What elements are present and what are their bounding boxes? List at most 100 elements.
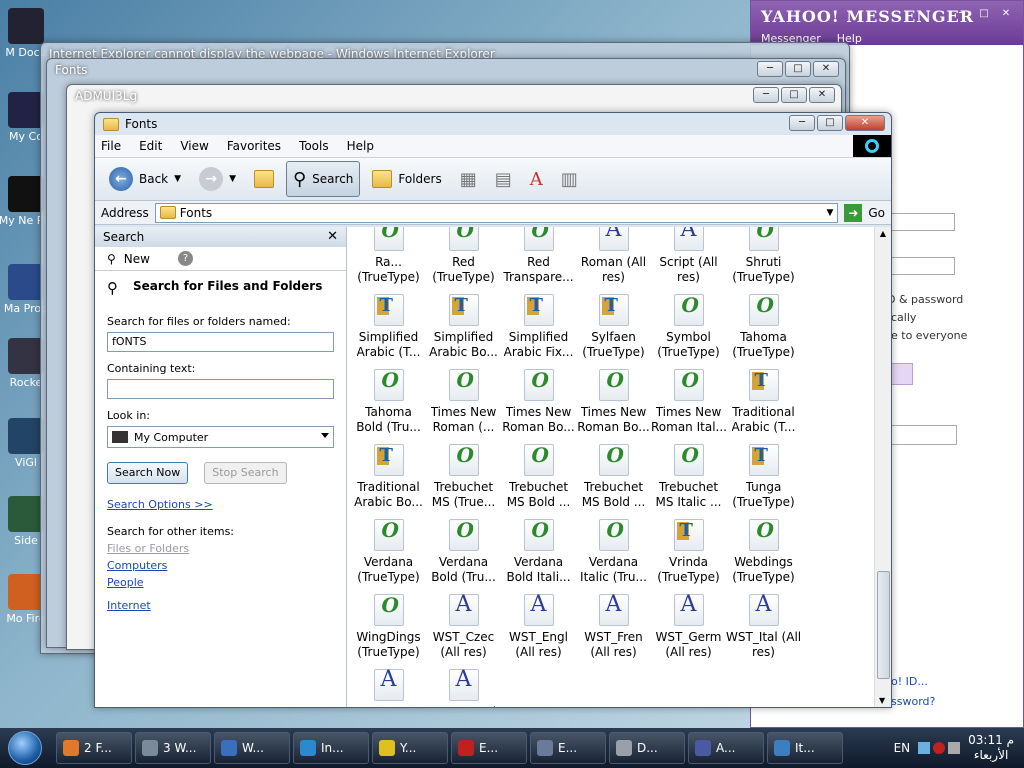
font-item[interactable]: O Trebuchet MS Bold ... [501,440,576,515]
menu-file[interactable]: File [101,139,121,153]
close-icon[interactable]: ✕ [845,115,885,131]
menu-favorites[interactable]: Favorites [227,139,281,153]
taskbar-button[interactable]: 2 F... [56,732,132,764]
font-item[interactable]: O Times New Roman Bo... [576,365,651,440]
yahoo-get-id-link[interactable]: o! ID... [891,675,928,688]
font-item[interactable]: O Times New Roman Ital... [651,365,726,440]
taskbar-button[interactable]: E... [451,732,527,764]
computers-link[interactable]: Computers [95,559,346,572]
help-icon[interactable]: ? [177,251,193,266]
files-or-folders-link[interactable]: Files or Folders [95,542,346,555]
taskbar-button[interactable]: 3 W... [135,732,211,764]
font-item[interactable]: T Sylfaen (TrueType) [576,290,651,365]
taskbar-button[interactable]: Y... [372,732,448,764]
font-item[interactable]: O Trebuchet MS Italic ... [651,440,726,515]
font-item[interactable]: O Red Transpare... [501,227,576,290]
font-item[interactable]: O Trebuchet MS (True... [426,440,501,515]
font-item[interactable]: O Ra... (TrueType) [351,227,426,290]
stop-search-button[interactable]: Stop Search [204,462,287,484]
font-item[interactable]: O Webdings (TrueType) [726,515,801,590]
chevron-down-icon[interactable]: ▼ [229,174,236,184]
taskbar-button[interactable]: In... [293,732,369,764]
minimize-icon[interactable]: ─ [757,61,783,77]
maximize-icon[interactable]: □ [817,115,843,131]
font-item[interactable]: A WST_Czec (All res) [426,590,501,665]
yahoo-signin-button[interactable] [891,363,913,385]
font-item[interactable]: O Shruti (TrueType) [726,227,801,290]
internet-link[interactable]: Internet [95,599,346,612]
chevron-down-icon[interactable]: ▼ [826,208,833,218]
file-name-input[interactable]: fONTS [107,332,334,352]
font-item[interactable]: A WST_Engl (All res) [501,590,576,665]
font-item[interactable]: O Times New Roman Bo... [501,365,576,440]
yahoo-status-select[interactable] [891,425,957,445]
taskbar-button[interactable]: A... [688,732,764,764]
font-item[interactable]: O Verdana (TrueType) [351,515,426,590]
language-indicator[interactable]: EN [894,741,911,755]
taskbar-button[interactable]: W... [214,732,290,764]
font-item[interactable]: AWST_Swed(All res) [426,665,501,708]
font-item[interactable]: T Simplified Arabic (T... [351,290,426,365]
go-arrow-icon[interactable]: ➜ [844,203,863,222]
vertical-scrollbar[interactable]: ▲ ▼ [874,227,891,707]
menu-view[interactable]: View [180,139,208,153]
details-view-button[interactable]: ▥ [555,161,584,197]
taskbar-button[interactable]: E... [530,732,606,764]
containing-text-input[interactable] [107,379,334,399]
back-button[interactable]: ← Back ▼ [103,161,187,197]
font-item[interactable]: O Verdana Italic (Tru... [576,515,651,590]
yahoo-password-field[interactable] [891,257,955,275]
font-item[interactable]: A WST_Germ (All res) [651,590,726,665]
font-item[interactable]: T Traditional Arabic (T... [726,365,801,440]
font-item[interactable]: A Roman (All res) [576,227,651,290]
minimize-icon[interactable]: ─ [789,115,815,131]
start-button[interactable] [0,728,50,768]
font-item[interactable]: A Script (All res) [651,227,726,290]
scroll-thumb[interactable] [877,571,890,679]
font-item[interactable]: O Times New Roman (... [426,365,501,440]
font-item[interactable]: T Simplified Arabic Fix... [501,290,576,365]
scroll-down-icon[interactable]: ▼ [879,696,885,705]
menu-tools[interactable]: Tools [299,139,329,153]
close-icon[interactable]: ✕ [327,229,338,244]
maximize-icon[interactable]: □ [781,87,807,103]
fonts-window[interactable]: Fonts ─ □ ✕ File Edit View Favorites Too… [94,112,892,708]
font-item[interactable]: O Red (TrueType) [426,227,501,290]
search-now-button[interactable]: Search Now [107,462,189,484]
up-folder-button[interactable] [248,161,280,197]
taskbar-button[interactable]: It... [767,732,843,764]
search-button[interactable]: ⚲ Search [285,161,361,197]
font-item[interactable]: O Verdana Bold Itali... [501,515,576,590]
people-link[interactable]: People [95,576,346,589]
yahoo-forgot-link[interactable]: ssword? [891,695,935,708]
font-item[interactable]: O Tahoma Bold (Tru... [351,365,426,440]
font-item[interactable]: T Simplified Arabic Bo... [426,290,501,365]
font-item[interactable]: T Traditional Arabic Bo... [351,440,426,515]
large-icons-view-button[interactable]: ▦ [454,161,483,197]
font-item[interactable]: O Trebuchet MS Bold ... [576,440,651,515]
close-icon[interactable]: ✕ [813,61,839,77]
font-item[interactable]: O Tahoma (TrueType) [726,290,801,365]
font-item[interactable]: O Symbol (TrueType) [651,290,726,365]
close-icon[interactable]: ✕ [997,7,1015,21]
list-view-button[interactable]: ▤ [489,161,518,197]
scroll-up-icon[interactable]: ▲ [875,229,891,238]
font-view-button[interactable]: A [524,161,549,197]
search-options-link[interactable]: Search Options >> [95,498,346,511]
font-item[interactable]: O Verdana Bold (Tru... [426,515,501,590]
chevron-down-icon[interactable]: ▼ [174,174,181,184]
taskbar-button[interactable]: D... [609,732,685,764]
font-item[interactable]: AWST_Span(All res) [351,665,426,708]
font-item[interactable]: O WingDings (TrueType) [351,590,426,665]
new-search-button[interactable]: ⚲ New ? [95,247,346,271]
clock[interactable]: 03:11 م الأربعاء [968,733,1014,763]
forward-button[interactable]: → ▼ [193,161,242,197]
address-input[interactable]: Fonts ▼ [154,202,839,223]
font-item[interactable]: T Tunga (TrueType) [726,440,801,515]
yahoo-id-field[interactable] [891,213,955,231]
minimize-icon[interactable]: ─ [753,87,779,103]
go-label[interactable]: Go [868,206,885,220]
restore-icon[interactable]: □ [975,7,993,21]
font-item[interactable]: A WST_Fren (All res) [576,590,651,665]
close-icon[interactable]: ✕ [809,87,835,103]
